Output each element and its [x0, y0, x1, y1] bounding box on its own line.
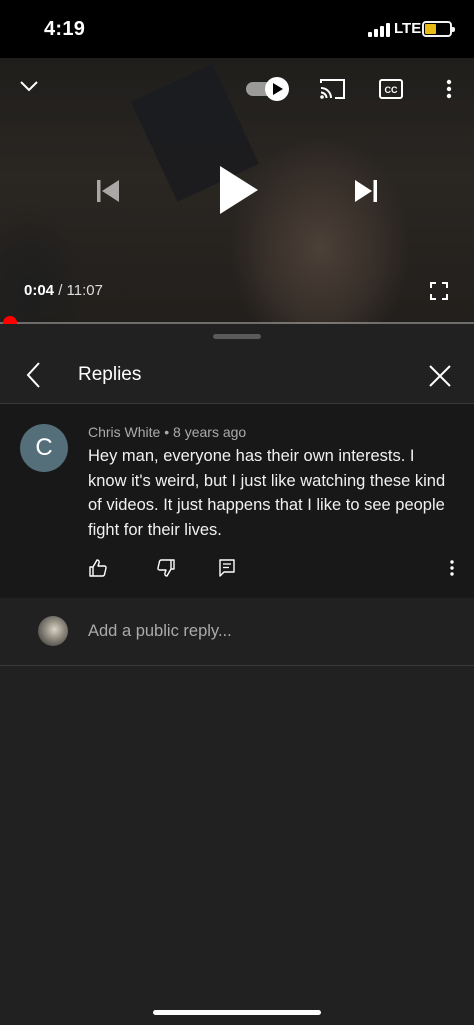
comment-author[interactable]: Chris White	[88, 424, 160, 440]
reply-input[interactable]: Add a public reply...	[88, 622, 232, 641]
play-icon[interactable]	[216, 164, 260, 216]
comment-meta: Chris White • 8 years ago	[88, 424, 246, 440]
autoplay-toggle-icon[interactable]	[244, 75, 292, 103]
captions-icon[interactable]: CC	[378, 78, 404, 100]
previous-icon[interactable]	[94, 178, 122, 204]
next-icon[interactable]	[352, 178, 380, 204]
comment-age: 8 years ago	[173, 424, 247, 440]
close-icon[interactable]	[428, 364, 452, 388]
cast-icon[interactable]	[319, 77, 347, 101]
comment-more-icon[interactable]	[448, 559, 456, 577]
like-icon[interactable]	[88, 558, 108, 578]
signal-icon	[368, 23, 390, 37]
back-arrow-icon[interactable]	[24, 361, 44, 389]
video-player[interactable]: CC 0:04 / 11:07	[0, 58, 474, 324]
replies-panel: Replies C Chris White • 8 years ago Hey …	[0, 324, 474, 1025]
meta-dot: •	[160, 424, 174, 440]
battery-icon	[422, 21, 455, 37]
more-icon[interactable]	[444, 78, 454, 100]
status-time: 4:19	[44, 18, 86, 40]
network-type: LTE	[394, 20, 422, 37]
home-indicator[interactable]	[153, 1010, 321, 1015]
svg-text:CC: CC	[385, 85, 398, 95]
panel-title: Replies	[78, 364, 142, 385]
replies-header: Replies	[0, 344, 474, 404]
user-avatar	[38, 616, 68, 646]
reply-input-row[interactable]: Add a public reply...	[0, 598, 474, 666]
duration: 11:07	[66, 282, 103, 299]
reply-icon[interactable]	[218, 558, 236, 578]
fullscreen-icon[interactable]	[429, 281, 449, 301]
avatar[interactable]: C	[20, 424, 68, 472]
time-separator: /	[54, 282, 67, 299]
comment-text: Hey man, everyone has their own interest…	[88, 447, 446, 539]
chevron-down-icon[interactable]	[18, 78, 40, 94]
video-time: 0:04 / 11:07	[24, 282, 103, 299]
drag-handle[interactable]	[213, 334, 261, 339]
current-time: 0:04	[24, 282, 55, 299]
dislike-icon[interactable]	[156, 558, 176, 578]
comment-item: C Chris White • 8 years ago Hey man, eve…	[0, 404, 474, 598]
progress-scrubber[interactable]	[3, 316, 17, 324]
status-bar: 4:19 LTE	[0, 0, 474, 58]
